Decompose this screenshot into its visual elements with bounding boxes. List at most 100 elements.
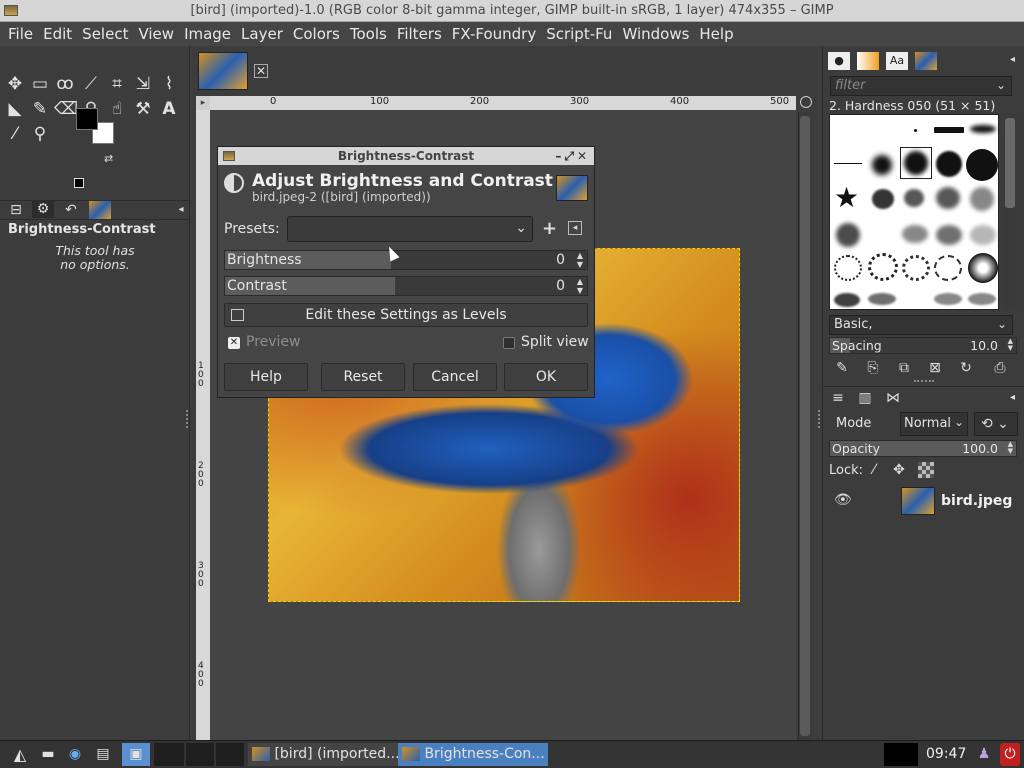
menu-colors[interactable]: Colors [288,22,345,46]
bucket-fill-icon[interactable]: ◣ [4,98,26,120]
brush-preset[interactable] [914,129,917,132]
configure-tab-icon[interactable]: ◂ [170,201,192,219]
workspace-1[interactable] [154,743,184,766]
panel-resize-handle[interactable] [186,410,190,428]
edit-brush-icon[interactable]: ✎ [832,358,852,378]
menu-filters[interactable]: Filters [392,22,447,46]
lock-position-icon[interactable]: ✥ [889,460,909,480]
menu-tools[interactable]: Tools [345,22,392,46]
brush-preset[interactable] [902,225,928,243]
close-icon[interactable]: ✕ [577,149,590,163]
configure-tab-icon[interactable]: ◂ [1010,392,1015,403]
clock[interactable]: 09:47 [926,740,966,768]
lock-alpha-icon[interactable] [918,462,934,478]
eye-icon[interactable]: 👁 [834,492,852,508]
brush-filter-input[interactable]: filter ⌄ [830,76,1012,96]
start-menu-icon[interactable]: ◭ [4,743,36,766]
brush-preset[interactable] [966,149,998,181]
workspace-3[interactable] [216,743,244,766]
brush-preset[interactable] [968,293,996,305]
open-brush-folder-icon[interactable]: ⎙ [990,358,1010,378]
panel-resize-handle[interactable] [818,410,822,428]
default-colors-icon[interactable] [74,178,84,188]
brush-preset[interactable] [834,163,862,164]
tool-options-tab-icon[interactable]: ⊟ [5,201,27,219]
minimize-icon[interactable]: – [555,149,564,163]
split-view-checkbox[interactable] [503,337,515,349]
fuzzy-select-icon[interactable]: ⟋ [80,73,102,95]
color-picker-icon[interactable]: ⁄ [4,123,26,145]
spin-arrows-icon[interactable]: ▲ ▼ [1008,338,1013,352]
brush-preset[interactable] [904,151,928,175]
brush-preset[interactable] [872,155,892,175]
configure-tab-icon[interactable]: ◂ [1010,54,1015,65]
brightness-slider[interactable]: Brightness 0 ▲ ▼ [224,250,588,270]
undo-history-tab-icon[interactable]: ↶ [60,201,82,219]
brush-preset[interactable] [868,253,898,281]
menu-fx-foundry[interactable]: FX-Foundry [447,22,541,46]
taskbar-dialog-window[interactable]: Brightness-Con... [398,743,548,766]
menu-file[interactable]: File [0,22,38,46]
foreground-color-swatch[interactable] [76,108,98,130]
presets-dropdown[interactable]: ⌄ [287,216,533,242]
brush-grid[interactable]: ★ [829,114,999,310]
lock-pixels-icon[interactable]: ⁄ [864,460,884,480]
maximize-icon[interactable]: ⤢ [564,149,577,163]
menu-image[interactable]: Image [179,22,236,46]
ruler-dropdown-icon[interactable]: ▾ [790,100,794,109]
ok-button[interactable]: OK [504,363,588,391]
spin-arrows-icon[interactable]: ▲ ▼ [577,251,583,269]
show-desktop-icon[interactable]: ▬ [38,743,58,766]
menu-edit[interactable]: Edit [38,22,77,46]
smudge-icon[interactable]: ☝ [106,98,128,120]
presets-menu-icon[interactable]: ◂ [568,221,582,235]
scrollbar-thumb[interactable] [800,116,810,736]
menu-script-fu[interactable]: Script-Fu [541,22,617,46]
images-tab-icon[interactable] [89,201,111,219]
brush-preset[interactable] [868,293,896,305]
layers-tab-icon[interactable]: ≡ [828,388,848,408]
reset-button[interactable]: Reset [321,363,405,391]
menu-view[interactable]: View [133,22,179,46]
paintbrush-icon[interactable]: ✎ [29,98,51,120]
add-preset-icon[interactable]: + [542,218,557,239]
scrollbar-thumb[interactable] [1005,118,1015,208]
delete-brush-icon[interactable]: ⊠ [925,358,945,378]
ruler-corner[interactable]: ▸ [196,96,210,110]
user-icon[interactable]: ♟ [974,743,994,766]
edit-as-levels-button[interactable]: Edit these Settings as Levels [224,303,588,327]
cancel-button[interactable]: Cancel [413,363,497,391]
spacing-slider[interactable]: Spacing 10.0 ▲ ▼ [829,337,1017,354]
brush-preset[interactable] [970,225,996,245]
dialog-title-bar[interactable]: Brightness-Contrast –⤢✕ [218,147,594,165]
paths-tab-icon[interactable]: ⋈ [883,388,903,408]
channels-tab-icon[interactable]: ▥ [855,388,875,408]
brush-preset[interactable] [834,255,862,281]
layer-mode-dropdown[interactable]: Normal ⌄ [900,412,968,436]
brush-preset[interactable] [834,293,860,307]
zoom-fit-icon[interactable] [800,96,812,108]
gradients-tab-icon[interactable] [857,52,879,70]
spin-arrows-icon[interactable]: ▲ ▼ [1008,441,1013,455]
swap-colors-icon[interactable]: ⇄ [104,152,113,165]
menu-layer[interactable]: Layer [236,22,288,46]
dodge-icon[interactable]: ⚒ [132,98,154,120]
image-tab-thumbnail[interactable] [198,52,248,90]
free-select-icon[interactable]: ꝏ [54,73,76,95]
brush-preset[interactable] [934,293,962,305]
brush-preset[interactable] [836,223,860,247]
file-manager-icon[interactable]: ▤ [92,743,114,766]
taskbar-gimp-window[interactable]: [bird] (imported... [248,743,398,766]
contrast-slider[interactable]: Contrast 0 ▲ ▼ [224,276,588,296]
brush-preset[interactable]: ★ [834,181,859,214]
browser-icon[interactable]: ◉ [64,743,86,766]
power-icon[interactable]: ⏻ [1000,743,1020,766]
brush-preset[interactable] [970,187,994,211]
brush-preset[interactable] [970,125,996,133]
brush-preset[interactable] [936,225,962,245]
close-icon[interactable]: ✕ [254,64,268,78]
preview-checkbox[interactable]: ✕ [228,337,240,349]
opacity-slider[interactable]: Opacity 100.0 ▲ ▼ [829,440,1017,457]
brush-preset[interactable] [934,127,964,133]
brush-preset[interactable] [872,189,894,209]
